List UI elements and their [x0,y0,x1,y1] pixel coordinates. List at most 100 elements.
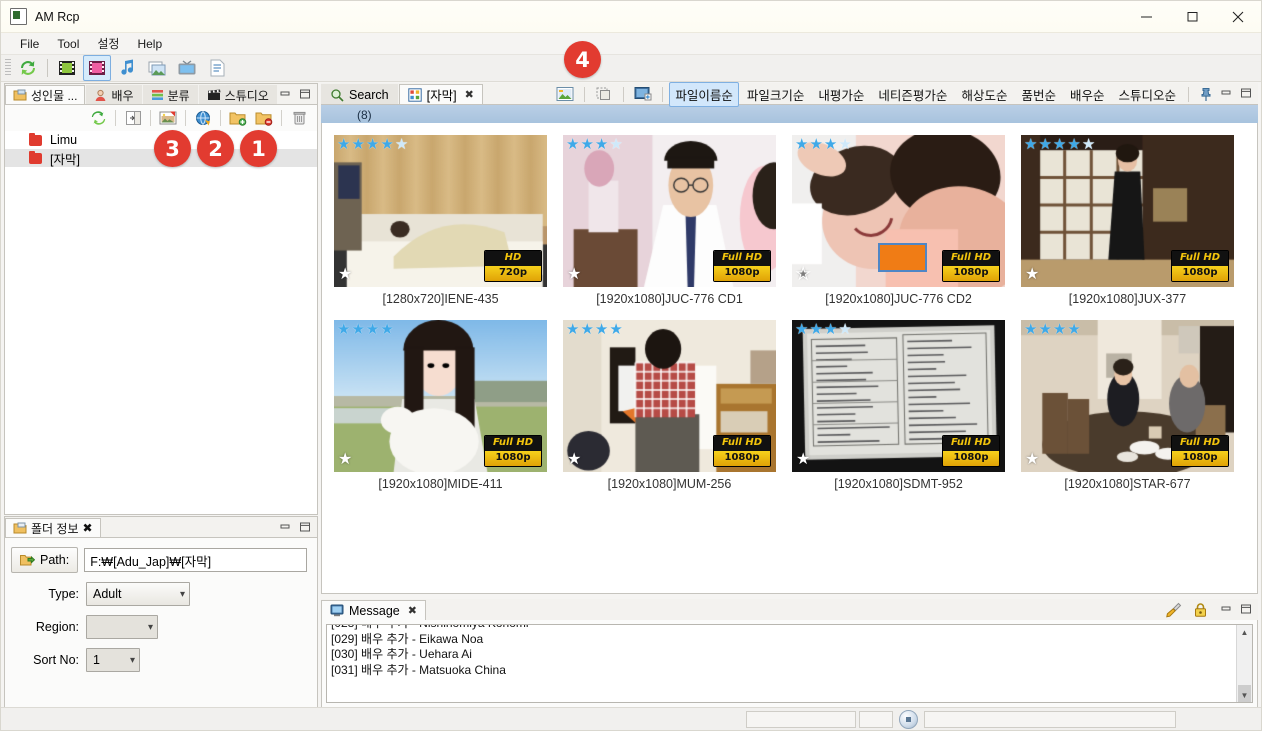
scroll-up-icon[interactable]: ▲ [1237,625,1252,639]
document-icon[interactable] [203,55,231,81]
rating-stars[interactable]: ★ ★ ★ ★ [566,137,623,152]
thumbnail-item[interactable]: ★ ★ ★ ★ ★ Full HD 1080p [1920x1080]MUM-256 [563,320,776,491]
scroll-down-icon[interactable]: ▼ [1237,688,1252,702]
tab-subtitle[interactable]: [자막] ✖ [399,84,483,104]
rating-stars[interactable]: ★ ★ ★ ★ ★ [337,137,408,152]
star-filled-icon[interactable]: ★ [566,322,579,337]
favorite-icon[interactable]: ★ [796,452,810,468]
panel-minimize-button[interactable] [1220,87,1232,102]
rating-stars[interactable]: ★ ★ ★ ★ [795,137,852,152]
lock-icon[interactable] [1187,600,1213,620]
star-filled-icon[interactable]: ★ [380,322,393,337]
close-icon[interactable]: ✖ [465,88,474,101]
star-filled-icon[interactable]: ★ [1024,322,1037,337]
sync-icon[interactable] [86,107,110,129]
star-empty-icon[interactable]: ★ [838,322,851,337]
star-filled-icon[interactable]: ★ [337,137,350,152]
panel-minimize-button[interactable] [1220,603,1232,618]
star-filled-icon[interactable]: ★ [380,137,393,152]
star-filled-icon[interactable]: ★ [580,322,593,337]
duplicate-icon[interactable] [591,84,617,104]
refresh-icon[interactable] [14,55,42,81]
globe-icon[interactable] [191,107,215,129]
star-filled-icon[interactable]: ★ [824,137,837,152]
region-select[interactable]: ▾ [86,615,158,639]
panel-maximize-button[interactable] [1240,603,1252,618]
thumbnail-image[interactable]: ★ ★ ★ ★ ★ ★ Full HD 1080p [1021,135,1234,287]
star-filled-icon[interactable]: ★ [1038,322,1051,337]
clear-broom-icon[interactable] [1160,600,1186,620]
thumbnail-item[interactable]: ★ ★ ★ ★ ★ Full HD 1080p [1920x1080]SDMT-952 [792,320,1005,491]
close-icon[interactable]: ✖ [83,521,93,535]
panel-maximize-button[interactable] [299,521,311,536]
sort-button-4[interactable]: 해상도순 [955,82,1013,107]
menu-item-settings[interactable]: 설정 [88,33,128,54]
stop-button[interactable] [899,710,918,729]
thumbnail-item[interactable]: ★ ★ ★ ★ ★ Full HD 1080p [1920x1080]MIDE-411 [334,320,547,491]
thumbnail-item[interactable]: ★ ★ ★ ★ ★ Full HD 1080p [1920x1080]JUC-776 CD2 [792,135,1005,306]
menu-item-file[interactable]: File [11,35,48,53]
panel-maximize-button[interactable] [299,88,311,103]
star-filled-icon[interactable]: ★ [609,322,622,337]
sort-no-select[interactable]: 1 ▾ [86,648,140,672]
star-filled-icon[interactable]: ★ [795,137,808,152]
star-filled-icon[interactable]: ★ [366,137,379,152]
thumbnail-image[interactable]: ★ ★ ★ ★ ★ ★ HD 720p [334,135,547,287]
star-filled-icon[interactable]: ★ [580,137,593,152]
folder-tree[interactable]: Limu [자막] [5,131,317,514]
panel-maximize-button[interactable] [1240,87,1252,102]
star-filled-icon[interactable]: ★ [1067,137,1080,152]
tv-icon[interactable] [173,55,201,81]
star-filled-icon[interactable]: ★ [566,137,579,152]
close-icon[interactable]: ✖ [408,604,417,617]
tab-category[interactable]: 분류 [143,85,198,104]
sort-button-7[interactable]: 스튜디오순 [1112,82,1182,107]
star-filled-icon[interactable]: ★ [809,137,822,152]
star-empty-icon[interactable]: ★ [838,137,851,152]
favorite-icon[interactable]: ★ [338,267,352,283]
star-filled-icon[interactable]: ★ [809,322,822,337]
favorite-icon[interactable]: ★ [1025,452,1039,468]
menu-item-help[interactable]: Help [128,35,171,53]
trash-icon[interactable] [287,107,311,129]
tab-search[interactable]: Search [321,84,398,104]
star-filled-icon[interactable]: ★ [595,322,608,337]
photo-icon[interactable] [143,55,171,81]
star-filled-icon[interactable]: ★ [1053,137,1066,152]
favorite-icon[interactable]: ★ [567,452,581,468]
star-filled-icon[interactable]: ★ [795,322,808,337]
star-filled-icon[interactable]: ★ [337,322,350,337]
rating-stars[interactable]: ★ ★ ★ ★ [337,322,394,337]
star-empty-icon[interactable]: ★ [609,137,622,152]
music-icon[interactable] [113,55,141,81]
add-folder-icon[interactable] [226,107,250,129]
pin-icon[interactable] [1195,84,1217,104]
rating-stars[interactable]: ★ ★ ★ ★ ★ [1024,137,1095,152]
star-filled-icon[interactable]: ★ [1024,137,1037,152]
thumbnail-image[interactable]: ★ ★ ★ ★ ★ Full HD 1080p [334,320,547,472]
thumbnail-image[interactable]: ★ ★ ★ ★ ★ Full HD 1080p [563,320,776,472]
thumbnail-view-icon[interactable] [552,84,578,104]
maximize-button[interactable] [1169,1,1215,32]
star-empty-icon[interactable]: ★ [395,137,408,152]
rating-stars[interactable]: ★ ★ ★ ★ [566,322,623,337]
tab-message[interactable]: Message ✖ [321,600,426,620]
star-empty-icon[interactable]: ★ [1082,137,1095,152]
type-select[interactable]: Adult ▾ [86,582,190,606]
star-filled-icon[interactable]: ★ [824,322,837,337]
star-filled-icon[interactable]: ★ [351,137,364,152]
toolbar-grip[interactable] [5,59,11,77]
star-filled-icon[interactable]: ★ [366,322,379,337]
sort-button-0[interactable]: 파일이름순 [669,82,739,107]
star-filled-icon[interactable]: ★ [351,322,364,337]
thumbnail-image[interactable]: ★ ★ ★ ★ ★ Full HD 1080p [792,320,1005,472]
star-filled-icon[interactable]: ★ [1038,137,1051,152]
remove-folder-icon[interactable] [252,107,276,129]
star-filled-icon[interactable]: ★ [595,137,608,152]
detail-view-icon[interactable] [630,84,656,104]
sort-button-2[interactable]: 내평가순 [812,82,870,107]
image-import-icon[interactable] [156,107,180,129]
star-filled-icon[interactable]: ★ [1067,322,1080,337]
thumbnail-grid[interactable]: ★ ★ ★ ★ ★ ★ HD 720p [1280x720]IENE-435 ★ ★ ★ ★ ★ Full … [321,123,1258,594]
favorite-icon[interactable]: ★ [567,267,581,283]
